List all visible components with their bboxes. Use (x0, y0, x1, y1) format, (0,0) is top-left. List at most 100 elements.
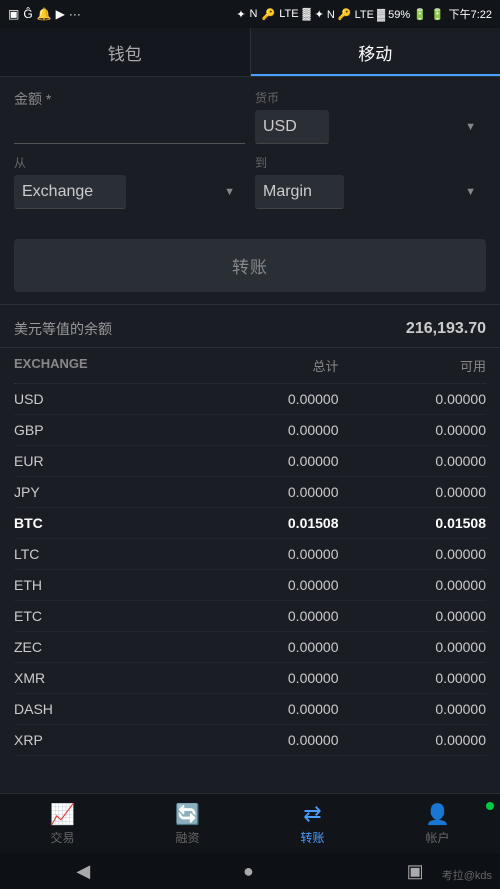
amount-field: 金额 * (14, 89, 245, 144)
nav-account-label: 帐户 (425, 829, 449, 846)
currency-field: 货币 USD (255, 89, 486, 144)
cell-currency: ZEC (14, 639, 191, 655)
table-row: XRP 0.00000 0.00000 (14, 725, 486, 756)
cell-currency: USD (14, 391, 191, 407)
form-section: 金额 * 货币 USD 从 Exchange 到 (0, 77, 500, 227)
currency-select[interactable]: USD (255, 110, 329, 144)
balance-label: 美元等值的余额 (14, 319, 112, 339)
nav-wallet-label: 转账 (300, 829, 324, 846)
cell-available: 0.00000 (339, 639, 487, 655)
cell-total: 0.00000 (191, 453, 339, 469)
to-dropdown-wrapper: Margin (255, 175, 486, 209)
cell-available: 0.00000 (339, 546, 487, 562)
status-icon-2: Ĝ (23, 7, 32, 21)
cell-available: 0.00000 (339, 732, 487, 748)
table-row: JPY 0.00000 0.00000 (14, 477, 486, 508)
currency-label: 货币 (255, 89, 486, 106)
cell-available: 0.00000 (339, 608, 487, 624)
nav-trade[interactable]: 📈 交易 (0, 796, 125, 852)
cell-total: 0.01508 (191, 515, 339, 531)
tab-transfer[interactable]: 移动 (251, 28, 500, 76)
system-nav: ◀ ● ▣ 考拉@kds (0, 853, 500, 889)
recents-button[interactable]: ▣ (407, 861, 424, 882)
status-left: ▣ Ĝ 🔔 ▶ ··· (8, 7, 81, 21)
clock: 下午7:22 (449, 6, 492, 22)
cell-total: 0.00000 (191, 577, 339, 593)
cell-currency: JPY (14, 484, 191, 500)
table-body: USD 0.00000 0.00000 GBP 0.00000 0.00000 … (14, 384, 486, 756)
status-icon-1: ▣ (8, 7, 19, 21)
cell-currency: BTC (14, 515, 191, 531)
cell-currency: EUR (14, 453, 191, 469)
section-label: EXCHANGE (14, 356, 191, 375)
cell-available: 0.00000 (339, 422, 487, 438)
signal-lte: LTE (279, 8, 298, 20)
cell-currency: ETC (14, 608, 191, 624)
nfc-icon: N (250, 8, 258, 20)
transfer-btn-section: 转账 (0, 227, 500, 305)
green-dot (486, 802, 494, 810)
watermark: 考拉@kds (442, 867, 492, 883)
cell-available: 0.00000 (339, 453, 487, 469)
from-dropdown-wrapper: Exchange (14, 175, 245, 209)
balance-section: 美元等值的余额 216,193.70 (0, 305, 500, 348)
cell-currency: GBP (14, 422, 191, 438)
bottom-nav: 📈 交易 🔄 融资 ⇄ 转账 👤 帐户 (0, 793, 500, 853)
table-row: ETH 0.00000 0.00000 (14, 570, 486, 601)
table-row: USD 0.00000 0.00000 (14, 384, 486, 415)
amount-label: 金额 * (14, 89, 245, 109)
account-icon: 👤 (425, 802, 450, 827)
cell-currency: DASH (14, 701, 191, 717)
cell-available: 0.00000 (339, 670, 487, 686)
nav-account[interactable]: 👤 帐户 (375, 796, 500, 852)
table-row: DASH 0.00000 0.00000 (14, 694, 486, 725)
trade-icon: 📈 (50, 802, 75, 827)
nav-trade-label: 交易 (50, 829, 74, 846)
cell-total: 0.00000 (191, 608, 339, 624)
transfer-button[interactable]: 转账 (14, 239, 486, 292)
table-section-header: EXCHANGE 总计 可用 (14, 348, 486, 384)
cell-total: 0.00000 (191, 546, 339, 562)
cell-total: 0.00000 (191, 670, 339, 686)
currency-dropdown-wrapper: USD (255, 110, 486, 144)
bluetooth-icon: ✦ (236, 8, 245, 21)
nav-funding-label: 融资 (175, 829, 199, 846)
table-row: GBP 0.00000 0.00000 (14, 415, 486, 446)
cell-available: 0.00000 (339, 391, 487, 407)
home-button[interactable]: ● (243, 861, 254, 882)
to-select[interactable]: Margin (255, 175, 344, 209)
table-row: EUR 0.00000 0.00000 (14, 446, 486, 477)
cell-currency: LTC (14, 546, 191, 562)
amount-input[interactable] (14, 113, 245, 144)
table-row: ZEC 0.00000 0.00000 (14, 632, 486, 663)
battery-icon: 🔋 (431, 8, 445, 21)
cell-total: 0.00000 (191, 732, 339, 748)
nav-wallet[interactable]: ⇄ 转账 (250, 795, 375, 852)
cell-available: 0.01508 (339, 515, 487, 531)
funding-icon: 🔄 (175, 802, 200, 827)
back-button[interactable]: ◀ (76, 861, 90, 882)
from-label: 从 (14, 154, 245, 171)
cell-available: 0.00000 (339, 577, 487, 593)
signal-bars: ▓ (303, 8, 311, 20)
tab-header: 钱包 移动 (0, 28, 500, 77)
balance-value: 216,193.70 (406, 320, 486, 338)
status-icon-4: ▶ (56, 7, 65, 21)
cell-total: 0.00000 (191, 422, 339, 438)
table-row: XMR 0.00000 0.00000 (14, 663, 486, 694)
table-row: ETC 0.00000 0.00000 (14, 601, 486, 632)
cell-currency: XMR (14, 670, 191, 686)
col-total-label: 总计 (191, 356, 339, 375)
cell-total: 0.00000 (191, 701, 339, 717)
cell-currency: XRP (14, 732, 191, 748)
cell-total: 0.00000 (191, 639, 339, 655)
status-dots: ··· (69, 7, 81, 21)
cell-currency: ETH (14, 577, 191, 593)
tab-wallet[interactable]: 钱包 (0, 28, 251, 76)
table-row: BTC 0.01508 0.01508 (14, 508, 486, 539)
to-field: 到 Margin (255, 154, 486, 209)
key-icon: 🔑 (261, 8, 275, 21)
exchange-table: EXCHANGE 总计 可用 USD 0.00000 0.00000 GBP 0… (0, 348, 500, 756)
from-select[interactable]: Exchange (14, 175, 126, 209)
nav-funding[interactable]: 🔄 融资 (125, 796, 250, 852)
